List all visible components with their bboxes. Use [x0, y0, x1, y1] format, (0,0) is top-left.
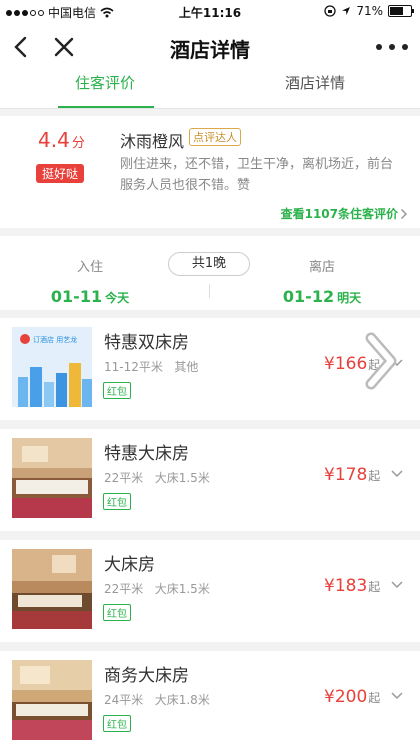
nav-bar: 酒店详情	[0, 22, 420, 72]
price-suffix: 起	[368, 580, 381, 594]
room-price-value: ¥166	[324, 354, 368, 374]
checkin-date-value: 01-11	[50, 287, 103, 306]
reviewer-badge: 点评达人	[189, 128, 241, 146]
room-name: 特惠双床房	[104, 333, 189, 353]
checkin-day: 今天	[105, 291, 130, 305]
red-packet-tag: 红包	[103, 382, 131, 399]
all-reviews-link[interactable]: 查看1107条住客评价	[281, 205, 408, 222]
score-unit: 分	[71, 136, 85, 151]
tab-reviews[interactable]: 住客评价	[0, 72, 210, 108]
review-score: 4.4 分	[38, 128, 85, 152]
room-info: 24平米 大床1.8米	[104, 691, 210, 708]
chevron-right-icon	[400, 208, 408, 219]
checkout-date: 01-12 明天	[262, 287, 382, 306]
location-icon	[342, 7, 351, 15]
room-thumbnail	[12, 549, 92, 629]
room-bed: 其他	[174, 360, 199, 374]
room-price-value: ¥200	[324, 687, 368, 707]
room-area: 11-12平米	[104, 360, 163, 374]
status-right: 71%	[324, 4, 414, 18]
chevron-down-icon[interactable]	[390, 469, 404, 479]
score-value: 4.4	[38, 128, 70, 152]
status-bar: 中国电信 上午11:16 71%	[0, 0, 420, 22]
checkout-day: 明天	[337, 291, 362, 305]
room-thumbnail	[12, 660, 92, 740]
red-packet-tag: 红包	[103, 604, 131, 621]
review-summary-card[interactable]: 4.4 分 挺好哒 沐雨橙风 点评达人 刚住进来，还不错，卫生干净，离机场近，前台…	[0, 116, 420, 228]
rotation-lock-icon	[324, 5, 336, 17]
red-packet-tag: 红包	[103, 715, 131, 732]
swipe-arrow-icon	[365, 332, 397, 390]
room-name: 大床房	[104, 555, 155, 575]
more-icon[interactable]	[376, 36, 408, 58]
room-thumbnail	[12, 438, 92, 518]
battery-percent: 71%	[356, 4, 383, 18]
thumbnail-caption: 订酒店 用艺龙	[33, 335, 77, 344]
room-price-value: ¥183	[324, 576, 368, 596]
checkout-label: 离店	[308, 260, 335, 275]
checkin-date: 01-11 今天	[40, 287, 140, 306]
nights-badge: 共1晚	[168, 252, 250, 276]
date-divider	[209, 284, 210, 298]
page-title: 酒店详情	[170, 38, 250, 62]
review-text: 刚住进来，还不错，卫生干净，离机场近，前台服务人员也很不错。赞	[120, 157, 394, 193]
room-item[interactable]: 大床房 22平米 大床1.5米 红包 ¥183起	[0, 540, 420, 642]
room-price: ¥178起	[324, 465, 380, 485]
checkout-block[interactable]: 离店 01-12 明天	[262, 256, 382, 306]
room-area: 24平米	[104, 693, 144, 707]
room-price: ¥183起	[324, 576, 380, 596]
reviewer-name: 沐雨橙风	[120, 132, 185, 151]
room-photo-icon	[12, 549, 92, 629]
room-item[interactable]: 特惠大床房 22平米 大床1.5米 红包 ¥178起	[0, 429, 420, 531]
room-photo-icon	[12, 660, 92, 740]
checkin-block[interactable]: 入住 01-11 今天	[40, 256, 140, 306]
room-area: 22平米	[104, 582, 144, 596]
room-info: 11-12平米 其他	[104, 358, 198, 375]
price-suffix: 起	[368, 469, 381, 483]
city-illustration: 订酒店 用艺龙	[12, 327, 92, 407]
room-photo-icon	[12, 438, 92, 518]
room-thumbnail: 订酒店 用艺龙	[12, 327, 92, 407]
chevron-down-icon[interactable]	[390, 691, 404, 701]
room-bed: 大床1.5米	[154, 471, 210, 485]
tab-bar: 住客评价 酒店详情	[0, 72, 420, 109]
price-suffix: 起	[368, 691, 381, 705]
room-bed: 大床1.5米	[154, 582, 210, 596]
room-info: 22平米 大床1.5米	[104, 469, 210, 486]
all-reviews-label: 查看1107条住客评价	[280, 207, 398, 221]
stay-dates[interactable]: 入住 01-11 今天 共1晚 离店 01-12 明天	[0, 236, 420, 310]
room-name: 商务大床房	[104, 666, 189, 686]
room-item[interactable]: 商务大床房 24平米 大床1.8米 红包 ¥200起	[0, 651, 420, 753]
room-item[interactable]: 订酒店 用艺龙 特惠双床房 11-12平米 其他 红包 ¥166起	[0, 318, 420, 420]
checkout-date-value: 01-12	[282, 287, 335, 306]
room-price-value: ¥178	[324, 465, 368, 485]
tab-hotel-details[interactable]: 酒店详情	[210, 72, 420, 108]
room-name: 特惠大床房	[104, 444, 189, 464]
battery-level	[390, 7, 403, 15]
checkin-label: 入住	[76, 260, 103, 275]
room-bed: 大床1.8米	[154, 693, 210, 707]
red-packet-tag: 红包	[103, 493, 131, 510]
battery-icon	[388, 5, 414, 17]
score-badge: 挺好哒	[36, 164, 85, 183]
room-price: ¥200起	[324, 687, 380, 707]
room-info: 22平米 大床1.5米	[104, 580, 210, 597]
room-area: 22平米	[104, 471, 144, 485]
active-tab-indicator	[58, 106, 154, 108]
chevron-down-icon[interactable]	[390, 580, 404, 590]
